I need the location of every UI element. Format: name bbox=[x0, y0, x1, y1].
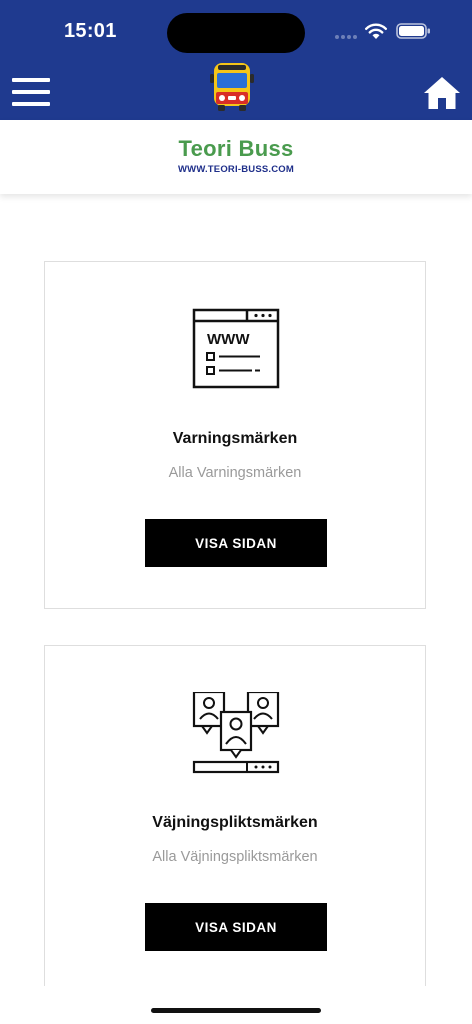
card-title: Varningsmärken bbox=[172, 430, 298, 447]
signal-icon bbox=[335, 35, 357, 39]
brand-bar: Teori Buss WWW.TEORI-BUSS.COM bbox=[0, 120, 472, 194]
card-subtitle: Alla Varningsmärken bbox=[168, 465, 302, 481]
card-title: Väjningspliktsmärken bbox=[152, 814, 318, 831]
web-browser-icon: WWW bbox=[192, 308, 280, 389]
bus-icon bbox=[210, 63, 254, 111]
icon-www-text: WWW bbox=[207, 331, 250, 348]
visa-sidan-button[interactable]: VISA SIDAN bbox=[145, 903, 327, 951]
visa-sidan-button[interactable]: VISA SIDAN bbox=[145, 519, 327, 567]
category-card: Väjningspliktsmärken Alla Väjningsplikts… bbox=[44, 645, 426, 993]
status-time: 15:01 bbox=[64, 20, 117, 42]
users-profile-icon bbox=[192, 692, 280, 774]
brand-url: WWW.TEORI-BUSS.COM bbox=[177, 164, 294, 175]
home-indicator[interactable] bbox=[151, 1008, 321, 1013]
bottom-safe-area bbox=[0, 986, 472, 1024]
wifi-icon bbox=[365, 23, 387, 39]
battery-icon bbox=[396, 23, 430, 39]
hamburger-menu-icon[interactable] bbox=[12, 76, 50, 108]
dynamic-island bbox=[167, 13, 305, 53]
card-subtitle: Alla Väjningspliktsmärken bbox=[152, 849, 318, 865]
home-icon[interactable] bbox=[422, 73, 462, 113]
category-card: WWW Varningsmärken Alla Varningsmärken V… bbox=[44, 261, 426, 609]
top-header-bar: 15:01 bbox=[0, 0, 472, 120]
brand-title: Teori Buss bbox=[178, 136, 294, 161]
